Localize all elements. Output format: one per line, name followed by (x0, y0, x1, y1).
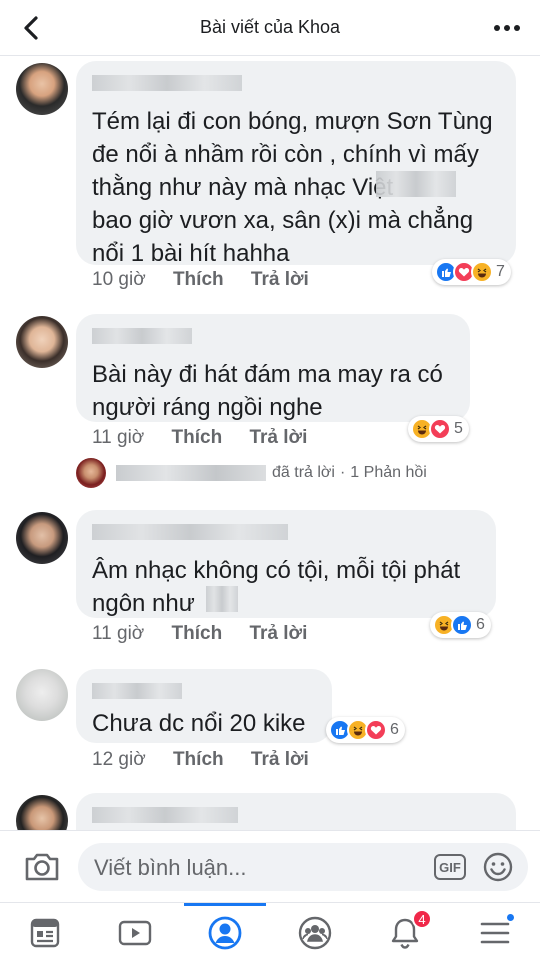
commenter-name-blurred[interactable] (92, 807, 500, 825)
like-button[interactable]: Thích (172, 427, 223, 449)
comment-placeholder: Viết bình luận... (94, 855, 247, 880)
reaction-summary[interactable]: 6 (326, 717, 405, 743)
comment-time: 10 giờ (92, 269, 146, 290)
profile-icon (208, 916, 242, 950)
reply-button[interactable]: Trả lời (249, 623, 307, 645)
comment-bubble: Tém lại đi con bóng, mượn Sơn Tùng đe nổ… (76, 61, 516, 267)
comment-text: Chưa dc nổi 20 kike (92, 710, 306, 737)
gif-button[interactable]: GIF (434, 854, 466, 880)
like-button[interactable]: Thích (172, 623, 223, 645)
avatar[interactable] (16, 795, 68, 830)
comment-actions: 10 giờ Thích Trả lời (92, 269, 309, 291)
love-reaction-icon (429, 418, 451, 440)
commenter-name-blurred[interactable] (92, 328, 454, 346)
like-reaction-icon (451, 614, 473, 636)
video-play-icon (118, 920, 152, 946)
camera-icon[interactable] (22, 849, 62, 885)
avatar[interactable] (16, 63, 68, 115)
reaction-count: 7 (496, 263, 505, 280)
comment-text: Bài này đi hát đám ma may ra có người rá… (92, 361, 443, 421)
groups-icon (298, 916, 332, 950)
reaction-summary[interactable]: 5 (408, 416, 469, 442)
comment-text: Âm nhạc không có tội, mỗi tội phát ngôn … (92, 557, 461, 617)
commenter-name-blurred[interactable] (92, 75, 500, 93)
reply-button[interactable]: Trả lời (249, 427, 307, 449)
top-bar: Bài viết của Khoa (0, 0, 540, 56)
reaction-count: 6 (390, 721, 399, 738)
avatar[interactable] (16, 316, 68, 368)
comment-actions: 11 giờ Thích Trả lời (92, 623, 307, 645)
comment-actions: 11 giờ Thích Trả lời (92, 427, 307, 449)
love-reaction-icon (365, 719, 387, 741)
comment-bubble: Bài này đi hát đám ma may ra có người rá… (76, 314, 470, 422)
haha-reaction-icon (471, 261, 493, 283)
bottom-navigation: 4 (0, 902, 540, 960)
like-button[interactable]: Thích (173, 749, 224, 771)
comment-time: 11 giờ (92, 623, 145, 644)
reply-avatar (76, 458, 106, 488)
reaction-summary[interactable]: 7 (432, 259, 511, 285)
reaction-count: 5 (454, 420, 463, 437)
emoji-icon[interactable] (482, 851, 514, 883)
reply-button[interactable]: Trả lời (251, 749, 309, 771)
avatar[interactable] (16, 512, 68, 564)
comment-bubble (76, 793, 516, 830)
censor-blur (376, 171, 456, 197)
replied-label: đã trả lời (272, 464, 335, 481)
replier-name-blurred (116, 465, 266, 481)
comment-time: 12 giờ (92, 749, 146, 770)
comment-bubble: Âm nhạc không có tội, mỗi tội phát ngôn … (76, 510, 496, 618)
commenter-name-blurred[interactable] (92, 683, 316, 701)
reaction-count: 6 (476, 616, 485, 633)
avatar[interactable] (16, 669, 68, 721)
comment-bubble: Chưa dc nổi 20 kike (76, 669, 332, 743)
reaction-summary[interactable]: 6 (430, 612, 491, 638)
comment-input[interactable]: Viết bình luận... GIF (78, 843, 528, 891)
news-feed-icon (30, 918, 60, 948)
news-feed-tab[interactable] (23, 911, 67, 955)
profile-tab[interactable] (203, 911, 247, 955)
comment-composer: Viết bình luận... GIF (0, 830, 540, 902)
page-title: Bài viết của Khoa (199, 17, 341, 37)
reply-summary[interactable]: đã trả lời · 1 Phản hồi (76, 457, 427, 489)
commenter-name-blurred[interactable] (92, 524, 480, 542)
censor-blur (206, 586, 238, 612)
reply-count: 1 Phản hồi (350, 464, 427, 481)
comment-time: 11 giờ (92, 427, 145, 448)
groups-tab[interactable] (293, 911, 337, 955)
active-tab-indicator (184, 903, 266, 906)
comment-actions: 12 giờ Thích Trả lời (92, 749, 309, 771)
separator: · (339, 464, 346, 481)
like-button[interactable]: Thích (173, 269, 224, 291)
menu-notification-dot (505, 912, 516, 923)
reply-button[interactable]: Trả lời (251, 269, 309, 291)
comment-feed[interactable]: Tém lại đi con bóng, mượn Sơn Tùng đe nổ… (0, 57, 540, 830)
more-options-icon[interactable] (490, 14, 524, 42)
watch-tab[interactable] (113, 911, 157, 955)
notification-badge: 4 (412, 909, 432, 929)
